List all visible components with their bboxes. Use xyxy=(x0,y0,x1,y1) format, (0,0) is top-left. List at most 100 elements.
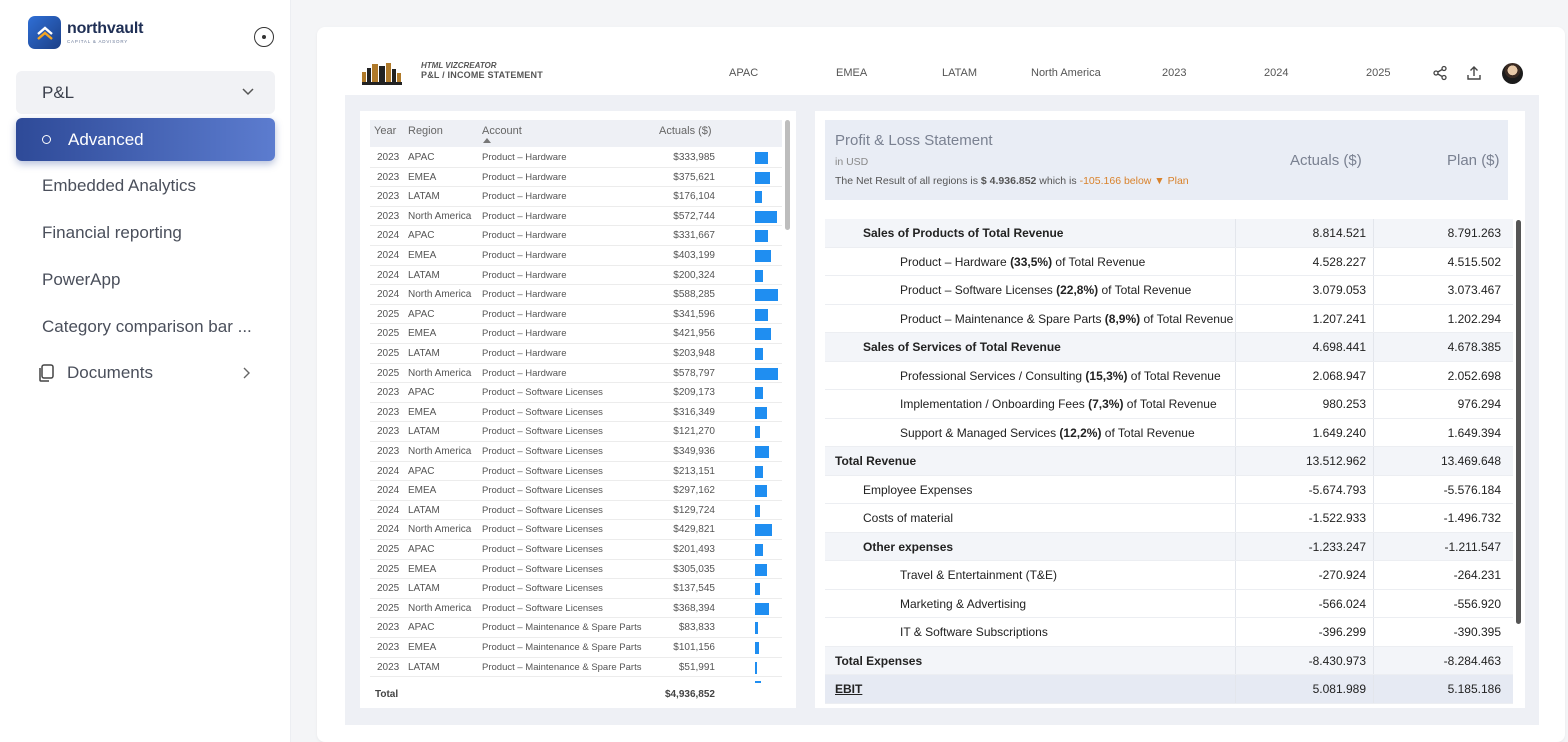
table-row[interactable]: 2023 LATAM Product – Hardware $176,104 xyxy=(370,187,782,207)
filter-emea[interactable]: EMEA xyxy=(836,67,867,79)
table-row[interactable]: 2025 LATAM Product – Software Licenses $137… xyxy=(370,579,782,599)
cell-actual: $578,797 xyxy=(673,367,715,379)
sidebar-item-embedded-analytics[interactable]: Embedded Analytics xyxy=(42,176,196,196)
northvault-logo[interactable]: northvault CAPITAL & ADVISORY xyxy=(28,16,143,49)
sidebar-item-advanced[interactable]: Advanced xyxy=(16,118,275,161)
column-divider xyxy=(1235,675,1236,703)
pl-row[interactable]: Marketing & Advertising -566.024 -556.920 xyxy=(825,589,1513,618)
actuals-bar xyxy=(755,328,772,341)
cell-year: 2023 xyxy=(377,191,400,203)
cell-account: Product – Hardware xyxy=(482,171,567,183)
avatar[interactable] xyxy=(1502,63,1523,84)
pl-row-label: IT & Software Subscriptions xyxy=(900,625,1048,639)
cell-account: Product – Software Licenses xyxy=(482,563,603,575)
sidebar-item-documents[interactable]: Documents xyxy=(36,363,256,383)
pl-plan-value: 3.073.467 xyxy=(1447,283,1501,297)
pl-row[interactable]: Employee Expenses -5.674.793 -5.576.184 xyxy=(825,475,1513,504)
column-divider xyxy=(1235,276,1236,304)
pl-row[interactable]: Implementation / Onboarding Fees (7,3%) … xyxy=(825,390,1513,419)
pl-row[interactable]: EBIT 5.081.989 5.185.186 xyxy=(825,675,1513,704)
sidebar-item-category-comparison[interactable]: Category comparison bar ... xyxy=(42,317,252,337)
pl-row[interactable]: Product – Software Licenses (22,8%) of T… xyxy=(825,276,1513,305)
pl-row[interactable]: Sales of Services of Total Revenue 4.698.… xyxy=(825,333,1513,362)
sidebar-item-powerapp[interactable]: PowerApp xyxy=(42,270,120,290)
cell-year: 2023 xyxy=(377,171,400,183)
filter-north-america[interactable]: North America xyxy=(1031,67,1101,79)
table-row[interactable]: 2025 APAC Product – Hardware $341,596 xyxy=(370,305,782,325)
column-divider xyxy=(1235,390,1236,418)
filter-apac[interactable]: APAC xyxy=(729,67,758,79)
col-header-actuals[interactable]: Actuals ($) xyxy=(659,125,712,137)
cell-actual: $305,035 xyxy=(673,563,715,575)
table-row[interactable]: 2025 North America Product – Hardware $578,… xyxy=(370,364,782,384)
cell-year: 2025 xyxy=(377,367,400,379)
actuals-bar xyxy=(755,642,759,654)
pl-row[interactable]: Other expenses -1.233.247 -1.211.547 xyxy=(825,532,1513,561)
table-row[interactable]: 2023 North America Product – Software Lice… xyxy=(370,442,782,462)
detail-table-scrollbar[interactable] xyxy=(785,120,790,230)
col-header-year[interactable]: Year xyxy=(374,125,396,137)
cell-region: APAC xyxy=(408,622,435,634)
pl-row[interactable]: Total Expenses -8.430.973 -8.284.463 xyxy=(825,646,1513,675)
cell-year: 2025 xyxy=(377,308,400,320)
table-row[interactable]: 2025 EMEA Product – Software Licenses $305,… xyxy=(370,560,782,580)
pl-actual-value: -396.299 xyxy=(1318,625,1366,639)
table-row[interactable]: 2023 North America Product – Hardware $572,… xyxy=(370,207,782,227)
table-row[interactable]: 2023 EMEA Product – Hardware $375,621 xyxy=(370,168,782,188)
pl-scrollbar[interactable] xyxy=(1516,220,1521,624)
cell-account: Product – Hardware xyxy=(482,308,567,320)
pl-row[interactable]: Travel & Entertainment (T&E) -270.924 -264… xyxy=(825,561,1513,590)
table-row[interactable]: 2024 LATAM Product – Hardware $200,324 xyxy=(370,266,782,286)
filter-latam[interactable]: LATAM xyxy=(942,67,977,79)
table-row[interactable]: 2024 LATAM Product – Software Licenses $129… xyxy=(370,501,782,521)
column-divider xyxy=(1235,475,1236,503)
col-header-account[interactable]: Account xyxy=(482,125,522,137)
table-row[interactable]: 2025 EMEA Product – Hardware $421,956 xyxy=(370,324,782,344)
pl-plan-value: 976.294 xyxy=(1457,397,1501,411)
table-row[interactable]: 2023 LATAM Product – Maintenance & Spare P… xyxy=(370,658,782,678)
cell-year: 2024 xyxy=(377,504,400,516)
table-row[interactable]: 2023 APAC Product – Hardware $333,985 xyxy=(370,148,782,168)
filter-2025[interactable]: 2025 xyxy=(1366,67,1390,79)
collapse-sidebar-icon[interactable] xyxy=(254,27,274,47)
table-row[interactable]: 2024 APAC Product – Hardware $331,667 xyxy=(370,226,782,246)
pl-plan-value: -8.284.463 xyxy=(1443,653,1501,668)
sidebar-item-financial-reporting[interactable]: Financial reporting xyxy=(42,223,182,243)
pl-row[interactable]: Total Revenue 13.512.962 13.469.648 xyxy=(825,447,1513,476)
share-icon[interactable] xyxy=(1432,65,1448,81)
table-row[interactable]: 2025 North America Product – Software Lice… xyxy=(370,599,782,619)
pl-row-label: Employee Expenses xyxy=(863,483,972,497)
pl-row[interactable]: Product – Maintenance & Spare Parts (8,9… xyxy=(825,304,1513,333)
table-row[interactable]: 2023 APAC Product – Maintenance & Spare Pa… xyxy=(370,618,782,638)
cell-account: Product – Maintenance & Spare Parts xyxy=(482,642,642,653)
col-header-region[interactable]: Region xyxy=(408,125,443,137)
table-row[interactable]: 2023 EMEA Product – Software Licenses $316,… xyxy=(370,403,782,423)
table-row[interactable]: 2025 APAC Product – Software Licenses $201,… xyxy=(370,540,782,560)
cell-region: LATAM xyxy=(408,269,440,281)
table-row[interactable]: 2023 LATAM Product – Software Licenses $121… xyxy=(370,422,782,442)
filter-2024[interactable]: 2024 xyxy=(1264,67,1288,79)
pl-row[interactable]: Costs of material -1.522.933 -1.496.732 xyxy=(825,504,1513,533)
table-row[interactable]: 2023 EMEA Product – Maintenance & Spare Pa… xyxy=(370,638,782,658)
nav-group-pl[interactable]: P&L xyxy=(16,71,275,114)
table-row[interactable]: 2023 APAC Product – Software Licenses $209,… xyxy=(370,383,782,403)
pl-row[interactable]: Product – Hardware (33,5%) of Total Reve… xyxy=(825,247,1513,276)
table-row[interactable]: 2024 North America Product – Hardware $588,… xyxy=(370,285,782,305)
pl-row[interactable]: Professional Services / Consulting (15,3… xyxy=(825,361,1513,390)
upload-icon[interactable] xyxy=(1466,65,1482,81)
cell-actual: $349,936 xyxy=(673,446,715,457)
pl-row[interactable]: Support & Managed Services (12,2%) of To… xyxy=(825,418,1513,447)
table-row[interactable]: 2024 EMEA Product – Hardware $403,199 xyxy=(370,246,782,266)
table-row[interactable]: 2024 North America Product – Software Lice… xyxy=(370,520,782,540)
column-divider xyxy=(1235,618,1236,646)
table-row[interactable]: 2024 EMEA Product – Software Licenses $297,… xyxy=(370,481,782,501)
table-row[interactable]: 2025 LATAM Product – Hardware $203,948 xyxy=(370,344,782,364)
pl-row-label: Product – Hardware (33,5%) of Total Reve… xyxy=(900,255,1145,269)
pl-label-text: Costs of material xyxy=(863,511,954,525)
filter-2023[interactable]: 2023 xyxy=(1162,67,1186,79)
pl-row[interactable]: IT & Software Subscriptions -396.299 -390.… xyxy=(825,618,1513,647)
table-row[interactable]: 2024 APAC Product – Software Licenses $213,… xyxy=(370,462,782,482)
actuals-bar xyxy=(755,504,761,517)
pl-row[interactable]: Sales of Products of Total Revenue 8.814.… xyxy=(825,219,1513,248)
pl-label-share: (7,3%) xyxy=(1088,397,1124,411)
